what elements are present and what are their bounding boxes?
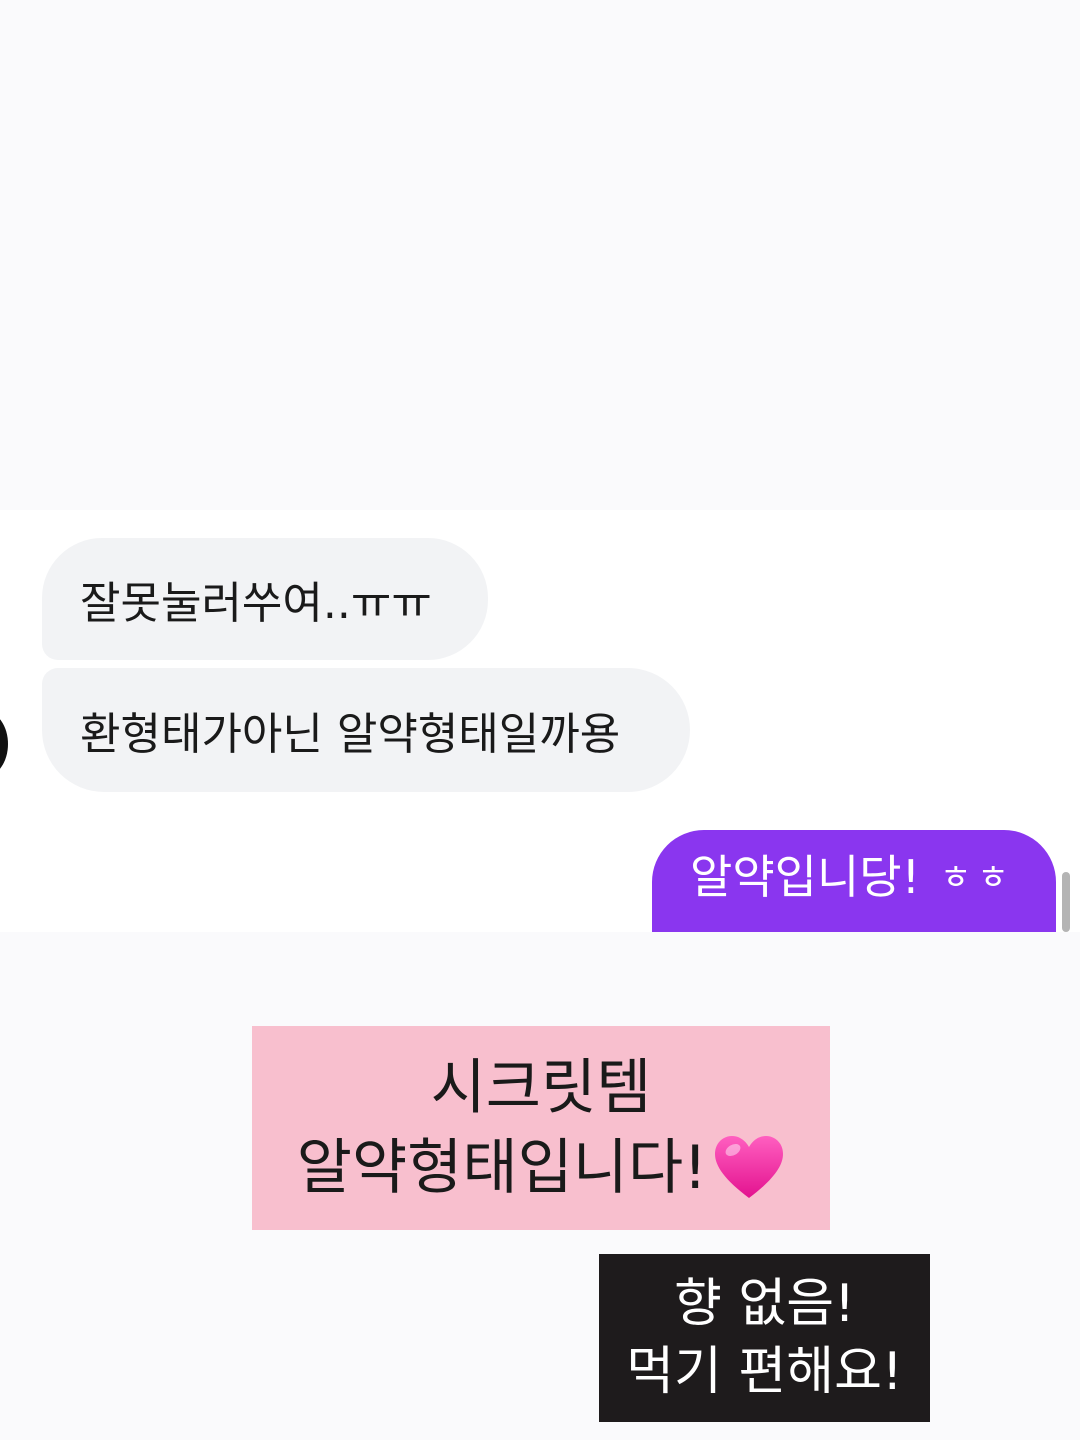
dark-caption-box: 향 없음! 먹기 편해요! [599, 1254, 930, 1422]
message-text: 환형태가아닌 알약형태일까용 [80, 709, 621, 760]
caption-line-with-icon: 알약형태입니다! [297, 1128, 785, 1208]
message-text: 잘못눌러쑤여..ㅠㅠ [80, 578, 432, 629]
outgoing-message-bubble[interactable]: 알약입니당! ㅎㅎ [652, 830, 1056, 932]
caption-line: 알약형태입니다! [296, 1133, 708, 1203]
message-text: 알약입니당! [690, 850, 921, 904]
pink-heart-icon [715, 1136, 784, 1198]
message-laugh-text: ㅎㅎ [940, 857, 1015, 898]
scrollbar-thumb[interactable] [1062, 872, 1070, 932]
incoming-message-bubble[interactable]: 환형태가아닌 알약형태일까용 [42, 668, 690, 792]
incoming-message-bubble[interactable]: 잘못눌러쑤여..ㅠㅠ [42, 538, 488, 660]
caption-line: 향 없음! [674, 1274, 855, 1334]
caption-line: 먹기 편해요! [626, 1342, 903, 1402]
caption-line: 시크릿템 [430, 1053, 652, 1123]
pink-caption-box: 시크릿템 알약형태입니다! [252, 1026, 830, 1230]
